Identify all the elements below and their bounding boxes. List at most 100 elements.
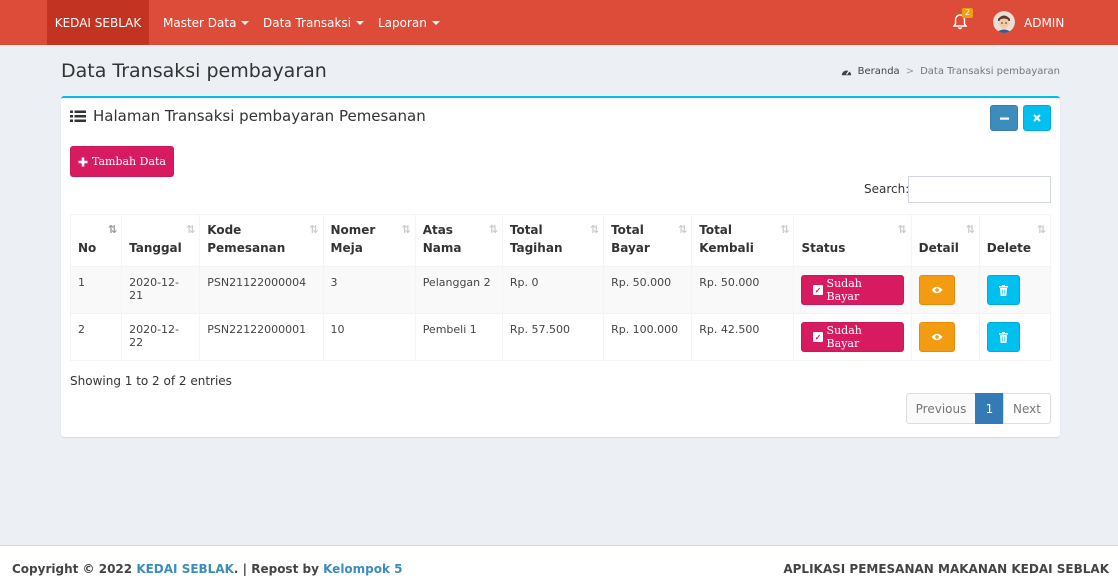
check-square-icon: ✓ (813, 285, 823, 295)
caret-down-icon (241, 21, 250, 25)
brand-logo[interactable]: KEDAI SEBLAK (47, 0, 149, 45)
previous-page-button[interactable]: Previous (906, 393, 976, 424)
box-title: Halaman Transaksi pembayaran Pemesanan (70, 107, 426, 125)
table-row: 1 2020-12-21 PSN21122000004 3 Pelanggan … (69, 266, 1052, 314)
cell-status: ✓ Sudah Bayar (793, 313, 912, 361)
delete-button[interactable] (986, 275, 1020, 305)
sort-icon: ⇅ (965, 223, 975, 236)
add-data-button[interactable]: Tambah Data (70, 146, 174, 177)
remove-button[interactable] (1023, 105, 1051, 131)
box-title-text: Halaman Transaksi pembayaran Pemesanan (93, 107, 426, 125)
transaction-box: Halaman Transaksi pembayaran Pemesanan T… (61, 96, 1060, 437)
minus-icon (999, 117, 1009, 120)
col-atas-label-1: Atas (422, 223, 453, 237)
status-button[interactable]: ✓ Sudah Bayar (801, 275, 904, 305)
notification-badge: 2 (962, 8, 974, 18)
caret-down-icon (431, 21, 440, 25)
sort-icon: ⇅ (589, 223, 599, 236)
nav-laporan[interactable]: Laporan (378, 0, 440, 45)
table-row: 2 2020-12-22 PSN22122000001 10 Pembeli 1… (69, 313, 1052, 361)
nav-data-transaksi-label: Data Transaksi (263, 15, 352, 30)
search-label: Search: (864, 182, 910, 196)
footer: Copyright © 2022 KEDAI SEBLAK. | Repost … (0, 545, 1118, 584)
cell-tanggal: 2020-12-21 (121, 266, 201, 314)
col-tanggal[interactable]: Tanggal ⇅ (121, 214, 201, 267)
nav-data-transaksi[interactable]: Data Transaksi (263, 0, 365, 45)
cell-tanggal: 2020-12-22 (121, 313, 201, 361)
cell-delete (978, 266, 1052, 314)
delete-button[interactable] (986, 322, 1020, 352)
cell-status: ✓ Sudah Bayar (793, 266, 912, 314)
cell-kode: PSN22122000001 (199, 313, 324, 361)
col-total-bayar[interactable]: Total Bayar ⇅ (603, 214, 693, 267)
col-detail[interactable]: Detail ⇅ (910, 214, 980, 267)
col-kembali-label-2: Kembali (699, 241, 754, 255)
page-1-button[interactable]: 1 (975, 393, 1004, 424)
cell-bayar: Rp. 100.000 (603, 313, 693, 361)
top-navbar: KEDAI SEBLAK Master Data Data Transaksi … (0, 0, 1118, 45)
cell-detail (910, 266, 980, 314)
sort-icon: ⇅ (309, 223, 318, 236)
cell-kembali: Rp. 42.500 (691, 313, 795, 361)
nav-master-data-label: Master Data (163, 15, 237, 30)
col-tagihan-label-1: Total (509, 223, 543, 237)
user-name[interactable]: ADMIN (1024, 0, 1064, 45)
collapse-button[interactable] (990, 105, 1018, 131)
sort-icon: ⇅ (780, 223, 789, 236)
col-tanggal-label: Tanggal (129, 241, 182, 255)
status-button[interactable]: ✓ Sudah Bayar (801, 322, 904, 352)
breadcrumb-current: Data Transaksi pembayaran (920, 66, 1060, 77)
col-kode-pemesanan[interactable]: Kode Pemesanan ⇅ (199, 214, 324, 267)
nav-master-data[interactable]: Master Data (163, 0, 250, 45)
col-detail-label: Detail (918, 241, 959, 255)
cell-tagihan: Rp. 57.500 (501, 313, 605, 361)
cell-meja: 3 (322, 266, 416, 314)
cell-tagihan: Rp. 0 (501, 266, 605, 314)
col-status-label: Status (801, 241, 846, 255)
col-status[interactable]: Status ⇅ (793, 214, 912, 267)
cell-meja: 10 (322, 313, 416, 361)
col-delete[interactable]: Delete ⇅ (978, 214, 1052, 267)
cell-no: 2 (69, 313, 123, 361)
sort-icon: ⇅ (186, 223, 195, 236)
col-bayar-label-1: Total (611, 223, 644, 237)
trash-icon (998, 284, 1008, 296)
col-no-label: No (78, 241, 97, 255)
col-kembali-label-1: Total (699, 223, 733, 237)
col-nomer-meja[interactable]: Nomer Meja ⇅ (322, 214, 416, 267)
col-tagihan-label-2: Tagihan (509, 241, 563, 255)
col-atas-nama[interactable]: Atas Nama ⇅ (414, 214, 503, 267)
footer-copyright: Copyright © 2022 KEDAI SEBLAK. | Repost … (12, 562, 403, 576)
detail-button[interactable] (918, 275, 955, 305)
list-icon (70, 110, 86, 122)
eye-icon (931, 286, 943, 294)
cell-delete (978, 313, 1052, 361)
col-no[interactable]: No ⇅ (69, 214, 123, 267)
trash-icon (998, 331, 1008, 343)
breadcrumb-home[interactable]: Beranda (858, 66, 900, 77)
col-total-tagihan[interactable]: Total Tagihan ⇅ (501, 214, 605, 267)
caret-down-icon (356, 21, 365, 25)
col-total-kembali[interactable]: Total Kembali ⇅ (691, 214, 795, 267)
eye-icon (931, 333, 943, 341)
col-delete-label: Delete (986, 241, 1032, 255)
group-footer-link[interactable]: Kelompok 5 (323, 562, 402, 576)
col-kode-label-1: Kode (207, 223, 242, 237)
avatar[interactable] (993, 11, 1015, 33)
footer-app-name: APLIKASI PEMESANAN MAKANAN KEDAI SEBLAK (783, 562, 1109, 576)
sort-icon: ⇅ (401, 223, 410, 236)
detail-button[interactable] (918, 322, 955, 352)
cell-atas-nama: Pembeli 1 (414, 313, 503, 361)
close-icon (1033, 114, 1041, 122)
table-info: Showing 1 to 2 of 2 entries (70, 374, 232, 388)
sort-asc-icon: ⇅ (107, 223, 117, 236)
next-page-button[interactable]: Next (1003, 393, 1051, 424)
breadcrumb: Beranda > Data Transaksi pembayaran (841, 66, 1060, 77)
cell-kode: PSN21122000004 (199, 266, 324, 314)
check-square-icon: ✓ (813, 332, 823, 342)
col-atas-label-2: Nama (422, 241, 462, 255)
col-meja-label-1: Nomer (330, 223, 376, 237)
page-title: Data Transaksi pembayaran (61, 60, 327, 82)
brand-footer-link[interactable]: KEDAI SEBLAK (136, 562, 234, 576)
search-input[interactable] (908, 176, 1051, 203)
